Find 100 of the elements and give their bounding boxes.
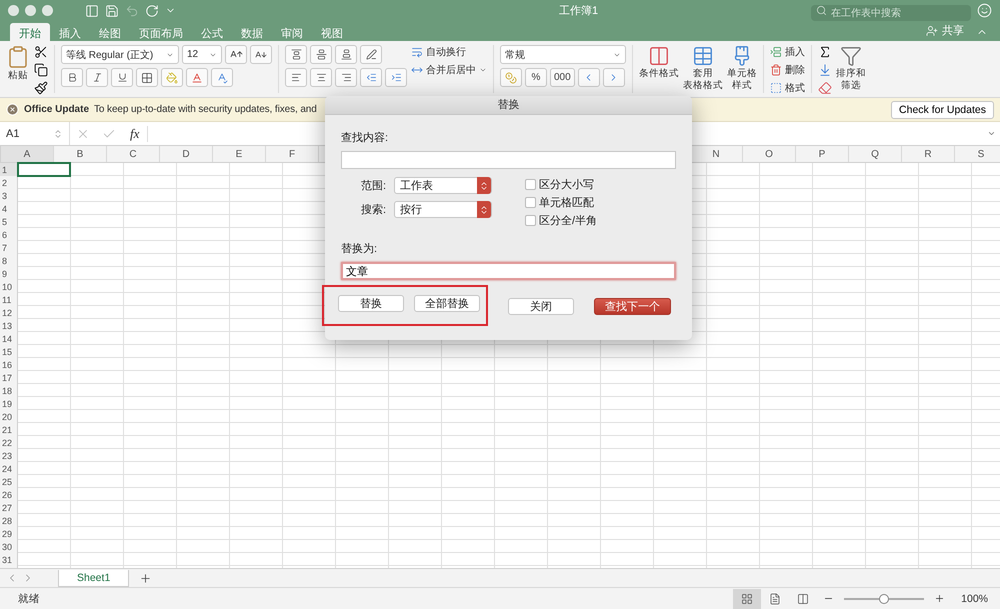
align-center-button[interactable] [310, 68, 332, 87]
row-header[interactable]: 27 [0, 501, 17, 514]
delete-button[interactable]: 删除 [770, 63, 805, 77]
row-header[interactable]: 3 [0, 189, 17, 202]
align-right-button[interactable] [335, 68, 357, 87]
cell-styles-button[interactable]: 单元格 样式 [727, 45, 757, 92]
column-header[interactable]: A [1, 146, 54, 162]
updown-icon[interactable] [479, 204, 490, 214]
updown-icon[interactable] [479, 180, 490, 190]
scope-select[interactable]: 工作表 [394, 177, 492, 194]
italic-button[interactable] [86, 68, 108, 87]
name-box[interactable]: A1 [0, 122, 70, 145]
sum-icon[interactable] [818, 45, 832, 59]
column-header[interactable]: Q [849, 146, 902, 162]
bold-button[interactable] [61, 68, 83, 87]
row-header[interactable]: 5 [0, 215, 17, 228]
insert-function-button[interactable]: fx [122, 126, 148, 142]
zoom-thumb[interactable] [879, 594, 890, 604]
row-header[interactable]: 29 [0, 527, 17, 540]
check-updates-button[interactable]: Check for Updates [891, 100, 994, 118]
row-header[interactable]: 7 [0, 241, 17, 254]
search-field[interactable]: 在工作表中搜索 [811, 5, 971, 21]
row-header[interactable]: 6 [0, 228, 17, 241]
zoom-in-icon[interactable] [934, 593, 946, 604]
row-header[interactable]: 28 [0, 514, 17, 527]
row-header[interactable]: 22 [0, 436, 17, 449]
row-header[interactable]: 10 [0, 280, 17, 293]
stepper-icon[interactable] [53, 128, 63, 138]
column-header[interactable]: E [213, 146, 266, 162]
column-header[interactable]: C [107, 146, 160, 162]
format-painter-icon[interactable] [34, 81, 48, 95]
dialog-button[interactable]: 替换 [338, 295, 404, 312]
font-size-field[interactable]: 12 [182, 45, 222, 64]
column-header[interactable]: D [160, 146, 213, 162]
close-icon[interactable] [6, 103, 19, 116]
align-bottom-button[interactable] [335, 45, 357, 64]
column-header[interactable]: P [796, 146, 849, 162]
row-header[interactable]: 16 [0, 358, 17, 371]
find-next-button[interactable]: 查找下一个 [594, 298, 671, 315]
row-header[interactable]: 11 [0, 293, 17, 306]
eraser-icon[interactable] [818, 81, 832, 95]
checkbox[interactable] [525, 179, 536, 190]
row-header[interactable]: 2 [0, 176, 17, 189]
search-order-select[interactable]: 按行 [394, 201, 492, 218]
row-header[interactable]: 15 [0, 345, 17, 358]
row-header[interactable]: 4 [0, 202, 17, 215]
format-button[interactable]: 格式 [770, 81, 805, 95]
expand-icon[interactable] [987, 129, 996, 138]
column-header[interactable]: S [955, 146, 1000, 162]
smiley-icon[interactable] [977, 3, 992, 18]
caret-icon[interactable] [479, 66, 487, 74]
row-header[interactable]: 13 [0, 319, 17, 332]
add-sheet-icon[interactable] [139, 572, 152, 584]
zoom-window-button[interactable] [42, 5, 53, 16]
wrap-text-button[interactable]: 自动换行 [411, 45, 487, 59]
comma-style-button[interactable]: 000 [550, 68, 575, 87]
borders-button[interactable] [136, 68, 158, 87]
row-header[interactable]: 26 [0, 488, 17, 501]
minimize-window-button[interactable] [25, 5, 36, 16]
column-header[interactable]: O [743, 146, 796, 162]
shrink-font-button[interactable] [250, 45, 272, 64]
ribbon-tab[interactable]: 开始 [10, 23, 50, 41]
align-top-button[interactable] [285, 45, 307, 64]
number-format-field[interactable]: 常规 [500, 45, 626, 64]
row-header[interactable]: 17 [0, 371, 17, 384]
checkbox[interactable] [525, 197, 536, 208]
grow-font-button[interactable] [225, 45, 247, 64]
paste-button[interactable]: 粘贴 [6, 45, 30, 82]
row-header[interactable]: 19 [0, 397, 17, 410]
row-header[interactable]: 1 [0, 163, 17, 176]
column-header[interactable]: F [266, 146, 319, 162]
close-window-button[interactable] [8, 5, 19, 16]
currency-button[interactable] [500, 68, 522, 87]
normal-view-button[interactable] [733, 588, 762, 608]
orientation-button[interactable] [360, 45, 382, 64]
sheet-tab[interactable]: Sheet1 [58, 570, 130, 586]
insert-button[interactable]: 插入 [770, 45, 805, 59]
row-header[interactable]: 31 [0, 553, 17, 566]
row-header[interactable]: 12 [0, 306, 17, 319]
table-format-button[interactable]: 套用 表格格式 [683, 45, 723, 92]
dialog-button[interactable]: 全部替换 [414, 295, 480, 312]
column-header[interactable]: B [54, 146, 107, 162]
row-header[interactable]: 30 [0, 540, 17, 553]
fill-down-icon[interactable] [818, 63, 832, 77]
checkbox[interactable] [525, 215, 536, 226]
cut-icon[interactable] [34, 45, 48, 59]
fill-color-button[interactable] [161, 68, 183, 87]
selected-cell[interactable] [17, 162, 71, 177]
merge-center-button[interactable]: 合并后居中 [411, 63, 487, 77]
sort-filter-button[interactable]: 排序和 筛选 [836, 45, 866, 92]
font-name-field[interactable]: 等线 Regular (正文) [61, 45, 179, 64]
conditional-format-button[interactable]: 条件格式 [639, 45, 679, 80]
align-left-button[interactable] [285, 68, 307, 87]
dialog-button[interactable]: 关闭 [508, 298, 574, 315]
font-color-button[interactable] [186, 68, 208, 87]
row-header[interactable]: 20 [0, 410, 17, 423]
copy-icon[interactable] [34, 63, 48, 77]
sidebar-icon[interactable] [85, 4, 99, 18]
row-header[interactable]: 25 [0, 475, 17, 488]
row-header[interactable]: 14 [0, 332, 17, 345]
